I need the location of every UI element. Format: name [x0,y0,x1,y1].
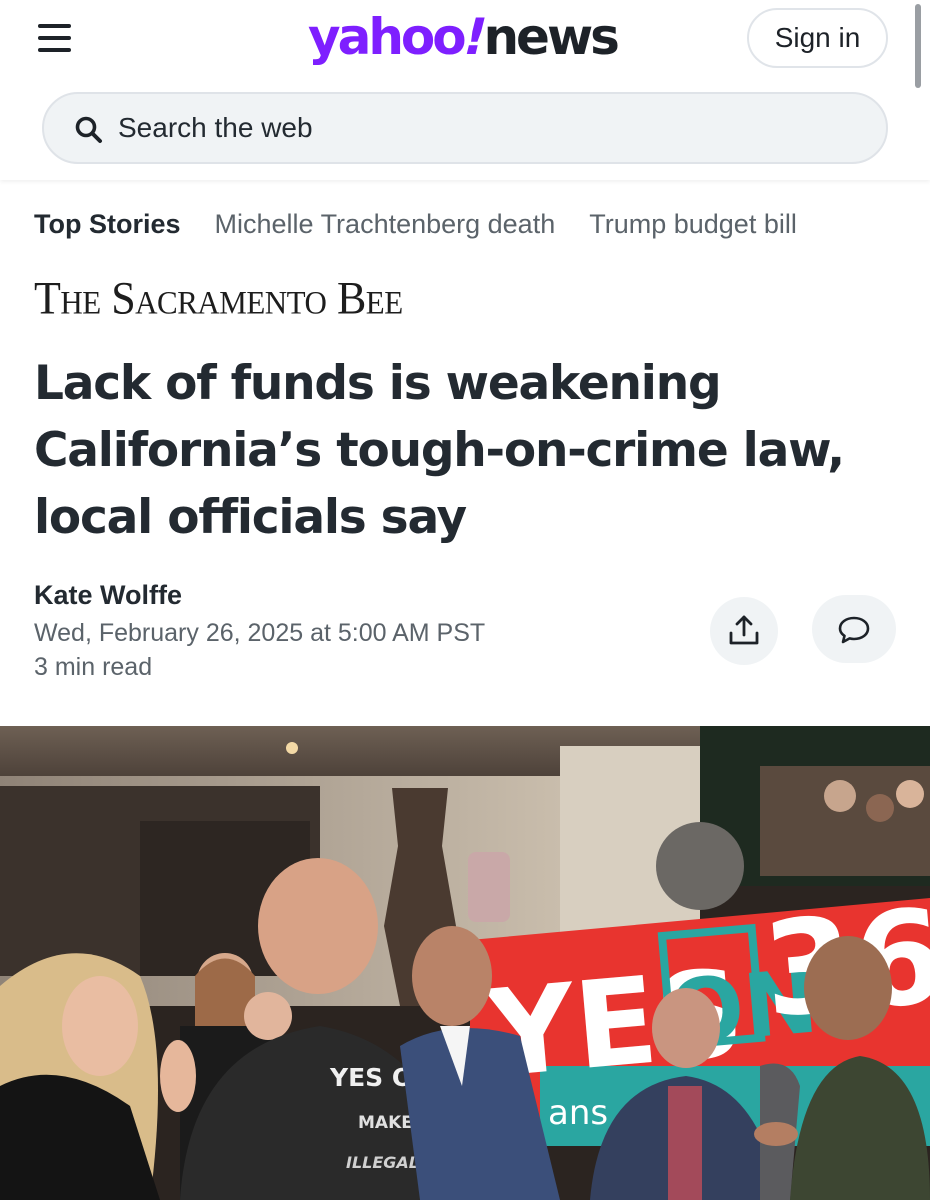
search-icon [75,116,102,143]
hero-photo[interactable]: YES ON 36 ans YES ON 36 MAKE CRIME ILLEG… [0,726,930,1200]
share-icon [729,615,759,645]
publisher-name[interactable]: The Sacramento Bee [34,273,403,326]
logo-yahoo: yahoo [308,8,467,66]
top-bar: yahoo!news Sign in [0,0,930,180]
logo-news: news [483,8,619,66]
search-bar[interactable] [42,92,888,164]
author-name[interactable]: Kate Wolffe [34,580,182,611]
comments-button[interactable] [812,595,896,663]
publish-date: Wed, February 26, 2025 at 5:00 AM PST [34,619,486,647]
topic-tabs: Top Stories Michelle Trachtenberg death Tr… [34,206,930,246]
yahoo-news-logo[interactable]: yahoo!news [308,4,620,70]
tabs-fade [860,206,930,246]
read-time: 3 min read [34,653,153,681]
banner-side-text: ans [548,1093,608,1133]
tab-trump-budget-bill[interactable]: Trump budget bill [589,206,797,242]
sign-in-button[interactable]: Sign in [747,8,888,68]
tab-michelle-trachtenberg-death[interactable]: Michelle Trachtenberg death [215,206,556,242]
tab-top-stories[interactable]: Top Stories [34,206,181,242]
share-button[interactable] [710,597,778,665]
article-page: yahoo!news Sign in Top Stories Michelle T… [0,0,930,1200]
search-input[interactable] [116,106,856,150]
menu-icon[interactable] [38,24,72,52]
hero-photo-illustration: YES ON 36 ans YES ON 36 MAKE CRIME ILLEG… [0,726,930,1200]
comment-icon [838,616,870,644]
article-headline: Lack of funds is weakening California’s … [34,356,845,545]
scrollbar[interactable] [915,4,921,88]
